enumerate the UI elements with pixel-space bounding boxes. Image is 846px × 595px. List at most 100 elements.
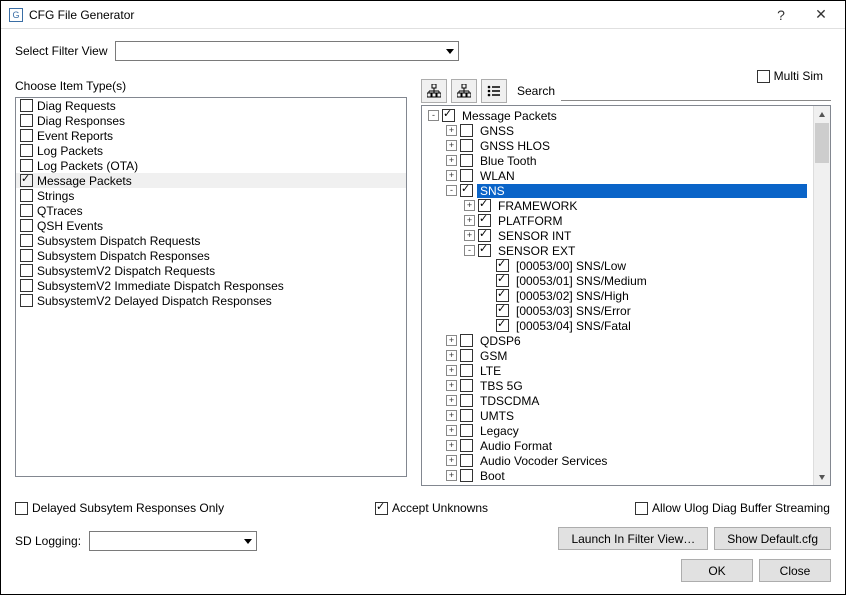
tree-checkbox[interactable] bbox=[460, 154, 473, 167]
tree-row[interactable]: +PLATFORM bbox=[422, 213, 813, 228]
search-input[interactable] bbox=[561, 81, 831, 101]
tree-row[interactable]: +TDSCDMA bbox=[422, 393, 813, 408]
tree-row[interactable]: +LTE bbox=[422, 363, 813, 378]
tree-row[interactable]: +GNSS HLOS bbox=[422, 138, 813, 153]
item-type-list[interactable]: Diag RequestsDiag ResponsesEvent Reports… bbox=[15, 97, 407, 477]
item-type-checkbox[interactable] bbox=[20, 144, 33, 157]
tree-checkbox[interactable] bbox=[478, 229, 491, 242]
tree-checkbox[interactable] bbox=[460, 409, 473, 422]
tree-row[interactable]: [00053/04] SNS/Fatal bbox=[422, 318, 813, 333]
item-type-checkbox[interactable] bbox=[20, 249, 33, 262]
expand-icon[interactable]: + bbox=[464, 200, 475, 211]
tree-row[interactable]: -SNS bbox=[422, 183, 813, 198]
item-type-checkbox[interactable] bbox=[20, 99, 33, 112]
item-type-checkbox[interactable] bbox=[20, 234, 33, 247]
collapse-icon[interactable]: - bbox=[464, 245, 475, 256]
close-window-button[interactable]: ✕ bbox=[801, 1, 841, 29]
tree-row[interactable]: -SENSOR EXT bbox=[422, 243, 813, 258]
tree-checkbox[interactable] bbox=[460, 394, 473, 407]
ulog-option[interactable]: Allow Ulog Diag Buffer Streaming bbox=[635, 501, 830, 515]
delayed-responses-checkbox[interactable] bbox=[15, 502, 28, 515]
tree-checkbox[interactable] bbox=[460, 349, 473, 362]
tree-checkbox[interactable] bbox=[460, 184, 473, 197]
item-type-checkbox[interactable] bbox=[20, 189, 33, 202]
tree-row[interactable]: +Boot bbox=[422, 468, 813, 483]
expand-icon[interactable]: + bbox=[446, 140, 457, 151]
expand-icon[interactable]: + bbox=[446, 335, 457, 346]
item-type-checkbox[interactable] bbox=[20, 114, 33, 127]
show-default-cfg-button[interactable]: Show Default.cfg bbox=[714, 527, 831, 550]
accept-unknowns-option[interactable]: Accept Unknowns bbox=[375, 501, 488, 515]
message-tree[interactable]: -Message Packets+GNSS+GNSS HLOS+Blue Too… bbox=[422, 106, 813, 485]
help-button[interactable]: ? bbox=[761, 1, 801, 29]
item-type-row[interactable]: Subsystem Dispatch Responses bbox=[16, 248, 406, 263]
collapse-icon[interactable]: - bbox=[428, 110, 439, 121]
item-type-checkbox[interactable] bbox=[20, 264, 33, 277]
tree-checkbox[interactable] bbox=[460, 424, 473, 437]
sd-logging-dropdown[interactable] bbox=[89, 531, 257, 551]
tree-row[interactable]: +TBS 5G bbox=[422, 378, 813, 393]
tree-row[interactable]: +UMTS bbox=[422, 408, 813, 423]
item-type-row[interactable]: Diag Requests bbox=[16, 98, 406, 113]
item-type-row[interactable]: Event Reports bbox=[16, 128, 406, 143]
multisim-option[interactable]: Multi Sim bbox=[757, 69, 823, 83]
tree-row[interactable]: [00053/02] SNS/High bbox=[422, 288, 813, 303]
tree-checkbox[interactable] bbox=[496, 319, 509, 332]
item-type-checkbox[interactable] bbox=[20, 174, 33, 187]
tree-row[interactable]: +GNSS bbox=[422, 123, 813, 138]
launch-filter-view-button[interactable]: Launch In Filter View… bbox=[558, 527, 708, 550]
expand-icon[interactable]: + bbox=[446, 395, 457, 406]
tree-row[interactable]: +Legacy bbox=[422, 423, 813, 438]
scroll-up-button[interactable] bbox=[814, 106, 830, 123]
expand-icon[interactable]: + bbox=[446, 440, 457, 451]
tree-row[interactable]: +GSM bbox=[422, 348, 813, 363]
expand-icon[interactable]: + bbox=[446, 170, 457, 181]
item-type-checkbox[interactable] bbox=[20, 279, 33, 292]
expand-icon[interactable]: + bbox=[446, 410, 457, 421]
expand-icon[interactable]: + bbox=[446, 425, 457, 436]
ulog-checkbox[interactable] bbox=[635, 502, 648, 515]
item-type-row[interactable]: SubsystemV2 Delayed Dispatch Responses bbox=[16, 293, 406, 308]
tree-row[interactable]: +FRAMEWORK bbox=[422, 198, 813, 213]
tree-checkbox[interactable] bbox=[460, 439, 473, 452]
tree-checkbox[interactable] bbox=[460, 124, 473, 137]
tree-checkbox[interactable] bbox=[460, 454, 473, 467]
item-type-row[interactable]: Strings bbox=[16, 188, 406, 203]
tree-scrollbar[interactable] bbox=[813, 106, 830, 485]
tree-row[interactable]: [00053/03] SNS/Error bbox=[422, 303, 813, 318]
item-type-checkbox[interactable] bbox=[20, 129, 33, 142]
tree-collapse-button[interactable] bbox=[451, 79, 477, 103]
expand-icon[interactable]: + bbox=[464, 215, 475, 226]
tree-row[interactable]: [00053/01] SNS/Medium bbox=[422, 273, 813, 288]
item-type-row[interactable]: QTraces bbox=[16, 203, 406, 218]
filter-view-dropdown[interactable] bbox=[115, 41, 459, 61]
tree-list-button[interactable] bbox=[481, 79, 507, 103]
close-button[interactable]: Close bbox=[759, 559, 831, 582]
item-type-row[interactable]: Message Packets bbox=[16, 173, 406, 188]
scroll-thumb[interactable] bbox=[815, 123, 829, 163]
tree-checkbox[interactable] bbox=[460, 469, 473, 482]
collapse-icon[interactable]: - bbox=[446, 185, 457, 196]
item-type-row[interactable]: QSH Events bbox=[16, 218, 406, 233]
tree-checkbox[interactable] bbox=[460, 334, 473, 347]
delayed-responses-option[interactable]: Delayed Subsytem Responses Only bbox=[15, 501, 224, 515]
multisim-checkbox[interactable] bbox=[757, 70, 770, 83]
tree-checkbox[interactable] bbox=[460, 169, 473, 182]
tree-row[interactable]: +SENSOR INT bbox=[422, 228, 813, 243]
tree-row[interactable]: +Blue Tooth bbox=[422, 153, 813, 168]
item-type-row[interactable]: SubsystemV2 Immediate Dispatch Responses bbox=[16, 278, 406, 293]
item-type-checkbox[interactable] bbox=[20, 204, 33, 217]
expand-icon[interactable]: + bbox=[446, 380, 457, 391]
item-type-checkbox[interactable] bbox=[20, 219, 33, 232]
expand-icon[interactable]: + bbox=[446, 350, 457, 361]
expand-icon[interactable]: + bbox=[446, 455, 457, 466]
expand-icon[interactable]: + bbox=[464, 230, 475, 241]
item-type-row[interactable]: Log Packets bbox=[16, 143, 406, 158]
expand-icon[interactable]: + bbox=[446, 365, 457, 376]
item-type-checkbox[interactable] bbox=[20, 159, 33, 172]
tree-checkbox[interactable] bbox=[478, 214, 491, 227]
tree-checkbox[interactable] bbox=[496, 259, 509, 272]
expand-icon[interactable]: + bbox=[446, 125, 457, 136]
tree-checkbox[interactable] bbox=[496, 274, 509, 287]
tree-expand-button[interactable] bbox=[421, 79, 447, 103]
